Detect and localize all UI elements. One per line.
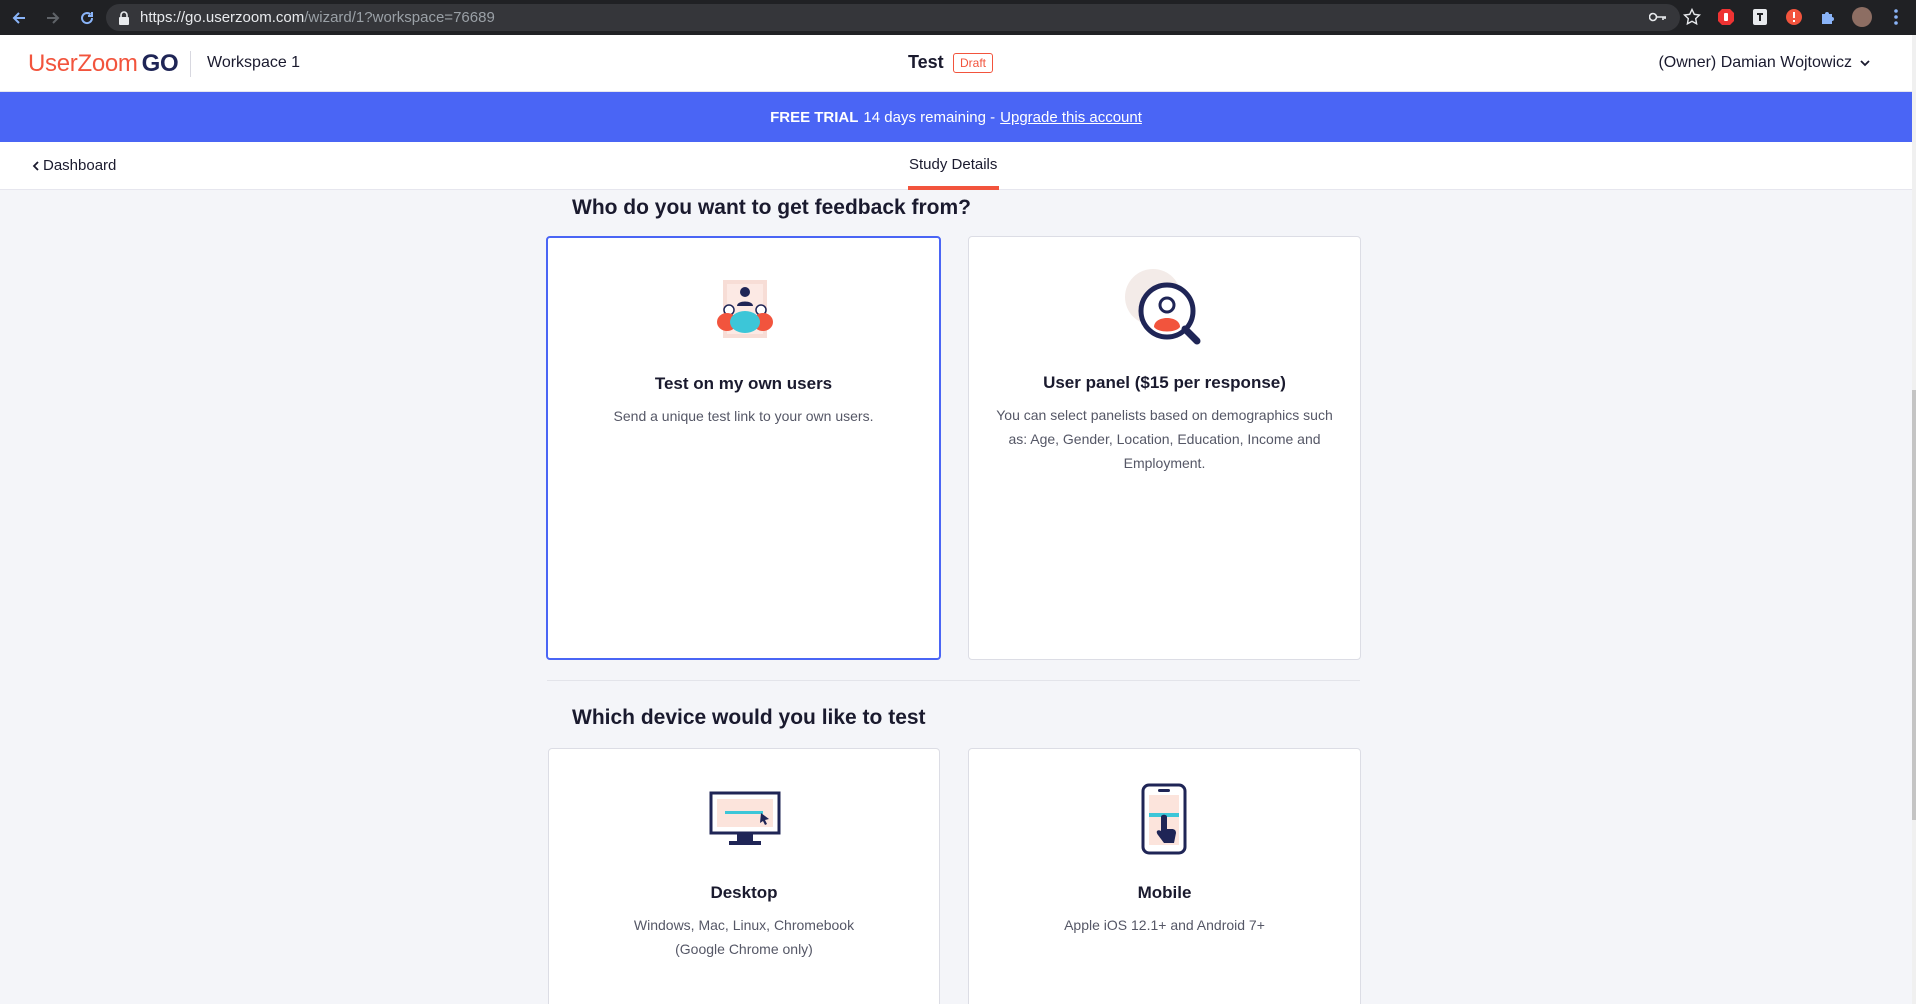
extension-icons (1646, 5, 1908, 29)
section-divider (547, 680, 1360, 681)
reload-icon[interactable] (72, 3, 102, 33)
key-icon[interactable] (1646, 5, 1670, 29)
feedback-question: Who do you want to get feedback from? (572, 196, 971, 219)
scrollbar-thumb[interactable] (1912, 390, 1916, 820)
address-bar[interactable]: https://go.userzoom.com/wizard/1?workspa… (106, 4, 1680, 31)
document-extension-icon[interactable] (1748, 5, 1772, 29)
option-description: Apple iOS 12.1+ and Android 7+ (1064, 917, 1265, 933)
sub-navigation: Dashboard Study Details (0, 142, 1912, 190)
star-icon[interactable] (1680, 5, 1704, 29)
back-arrow-icon[interactable] (4, 3, 34, 33)
status-badge: Draft (953, 53, 994, 73)
option-description: Send a unique test link to your own user… (613, 408, 874, 424)
option-desktop-card[interactable]: Desktop Windows, Mac, Linux, Chromebook … (548, 748, 940, 1004)
trial-label: FREE TRIAL (770, 108, 859, 126)
lock-icon (119, 10, 129, 25)
user-name: (Owner) Damian Wojtowicz (1658, 54, 1852, 71)
mobile-phone-icon (1141, 783, 1187, 855)
dashboard-back-link[interactable]: Dashboard (32, 157, 116, 174)
header-divider (190, 51, 191, 77)
option-mobile-card[interactable]: Mobile Apple iOS 12.1+ and Android 7+ (968, 748, 1361, 1004)
browser-toolbar: https://go.userzoom.com/wizard/1?workspa… (0, 0, 1916, 35)
chevron-down-icon (1860, 59, 1870, 66)
option-title: User panel ($15 per response) (1043, 373, 1286, 392)
option-title: Test on my own users (654, 374, 833, 393)
forward-arrow-icon[interactable] (38, 3, 68, 33)
user-panel-search-icon (1125, 269, 1201, 345)
option-title: Mobile (1137, 883, 1192, 902)
dashboard-label: Dashboard (43, 157, 117, 174)
user-menu[interactable]: (Owner) Damian Wojtowicz (1658, 54, 1870, 72)
chevron-left-icon (32, 160, 39, 171)
adblock-extension-icon[interactable] (1714, 5, 1738, 29)
trial-remaining: 14 days remaining - (863, 108, 996, 126)
workspace-name[interactable]: Workspace 1 (207, 54, 300, 72)
tab-study-details[interactable]: Study Details (909, 156, 997, 173)
puzzle-icon[interactable] (1816, 5, 1840, 29)
option-description: You can select panelists based on demogr… (996, 407, 1333, 471)
menu-dots-icon[interactable] (1884, 5, 1908, 29)
trial-banner: FREE TRIAL 14 days remaining - Upgrade t… (0, 92, 1912, 142)
device-question: Which device would you like to test (572, 706, 926, 729)
option-own-users-card[interactable]: Test on my own users Send a unique test … (546, 236, 941, 660)
app-header: UserZoom GO Workspace 1 Test Draft (Owner… (0, 35, 1912, 92)
userzoom-logo[interactable]: UserZoom GO (28, 50, 179, 78)
url-text: https://go.userzoom.com/wizard/1?workspa… (140, 9, 495, 26)
test-title: Test (908, 52, 944, 72)
active-tab-indicator (908, 186, 999, 190)
option-description: Windows, Mac, Linux, Chromebook (Google … (633, 917, 855, 957)
option-title: Desktop (710, 883, 778, 902)
upgrade-link[interactable]: Upgrade this account (1000, 109, 1142, 126)
profile-avatar[interactable] (1850, 5, 1874, 29)
desktop-monitor-icon (709, 791, 781, 845)
option-user-panel-card[interactable]: User panel ($15 per response) You can se… (968, 236, 1361, 660)
alert-extension-icon[interactable] (1782, 5, 1806, 29)
own-users-illustration-icon (717, 280, 773, 338)
